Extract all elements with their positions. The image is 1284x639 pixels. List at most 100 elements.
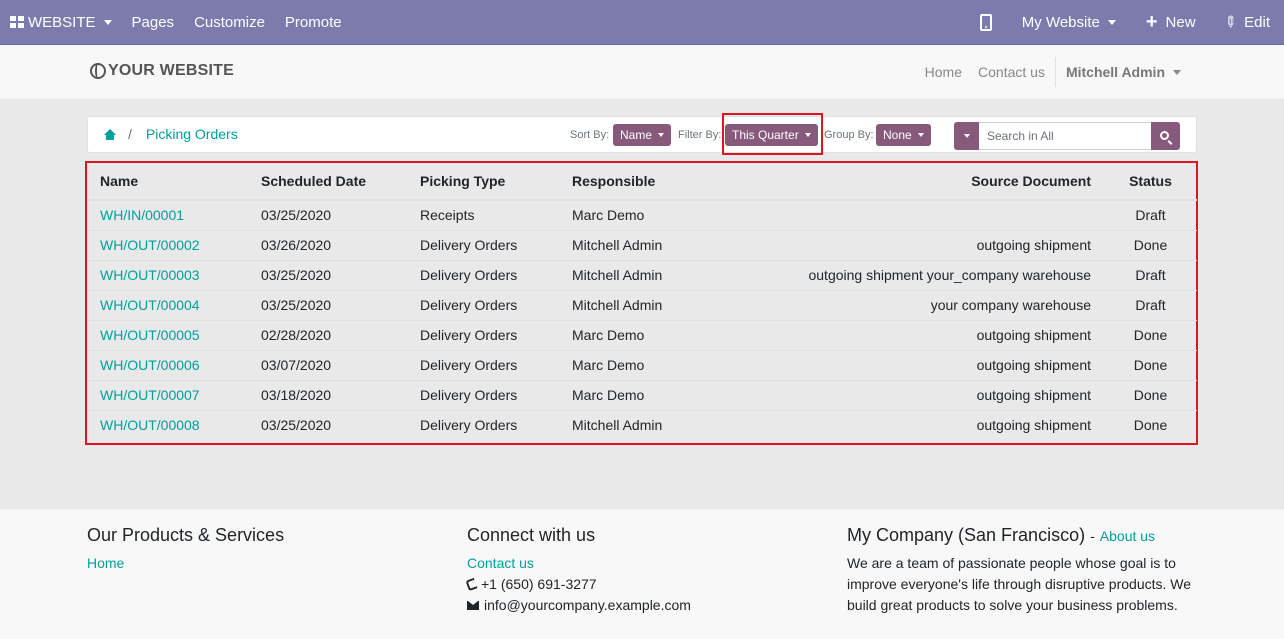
table-row[interactable]: WH/OUT/00002 03/26/2020 Delivery Orders … (87, 229, 1197, 260)
footer-about-separator: - (1090, 528, 1095, 544)
topbar-right: My Website + New ✎ Edit (970, 0, 1284, 45)
responsible-cell: Marc Demo (572, 207, 645, 224)
picking-type-cell: Delivery Orders (407, 379, 559, 410)
source-document-cell: outgoing shipment (739, 379, 1104, 410)
website-selector[interactable]: My Website (1010, 0, 1132, 45)
table-header-row: Name Scheduled Date Picking Type Respons… (87, 162, 1197, 201)
footer-home-link[interactable]: Home (87, 553, 124, 574)
picking-type-cell: Receipts (420, 207, 475, 224)
picking-type-cell: Delivery Orders (407, 229, 559, 260)
responsible-cell: Mitchell Admin (559, 409, 739, 440)
status-cell: Draft (1104, 289, 1197, 320)
plus-icon: + (1145, 11, 1158, 33)
nav-home-link[interactable]: Home (917, 64, 970, 80)
order-name-link[interactable]: WH/OUT/00008 (100, 417, 200, 433)
source-document-cell: outgoing shipment your_company warehouse (739, 259, 1104, 290)
order-name-link[interactable]: WH/OUT/00002 (100, 237, 200, 253)
chevron-down-icon (917, 133, 924, 137)
picking-type-cell: Delivery Orders (407, 259, 559, 290)
table-row[interactable]: WH/OUT/00008 03/25/2020 Delivery Orders … (87, 409, 1197, 440)
picking-orders-table: Name Scheduled Date Picking Type Respons… (87, 162, 1197, 440)
responsible-cell: Mitchell Admin (559, 229, 739, 260)
pages-menu[interactable]: Pages (122, 0, 185, 45)
order-name-link[interactable]: WH/OUT/00004 (100, 297, 200, 313)
sort-by-value: Name (620, 128, 653, 142)
status-cell: Done (1104, 319, 1197, 350)
chevron-down-icon (103, 19, 112, 25)
customize-menu[interactable]: Customize (184, 0, 275, 45)
filter-by-dropdown[interactable]: This Quarter (725, 124, 818, 146)
footer-email: info@yourcompany.example.com (484, 597, 691, 613)
responsible-cell: Mitchell Admin (559, 289, 739, 320)
search-input[interactable] (979, 122, 1151, 150)
site-footer: Our Products & Services Home Connect wit… (0, 508, 1284, 639)
responsible-cell: Mitchell Admin (559, 259, 739, 290)
footer-company-text: We are a team of passionate people whose… (847, 555, 1192, 613)
footer-company-column: My Company (San Francisco) - About us We… (847, 525, 1197, 616)
status-cell: Done (1104, 379, 1197, 410)
table-row[interactable]: WH/OUT/00005 02/28/2020 Delivery Orders … (87, 319, 1197, 350)
breadcrumb-picking-orders[interactable]: Picking Orders (146, 126, 238, 142)
source-document-cell: outgoing shipment (739, 409, 1104, 440)
order-name-link[interactable]: WH/OUT/00006 (100, 357, 200, 373)
table-row[interactable]: WH/OUT/00006 03/07/2020 Delivery Orders … (87, 349, 1197, 380)
table-row[interactable]: WH/OUT/00004 03/25/2020 Delivery Orders … (87, 289, 1197, 320)
logo-text: YOUR WEBSITE (108, 62, 234, 79)
group-by-label: Group By: (824, 129, 874, 141)
user-name: Mitchell Admin (1065, 64, 1165, 80)
source-document-cell: outgoing shipment (739, 349, 1104, 380)
new-button[interactable]: + New (1132, 0, 1212, 45)
mobile-icon (979, 13, 992, 31)
table-row[interactable]: WH/OUT/00003 03/25/2020 Delivery Orders … (87, 259, 1197, 290)
home-icon[interactable] (104, 128, 116, 140)
nav-contact-link[interactable]: Contact us (970, 64, 1053, 80)
footer-products-column: Our Products & Services Home (87, 525, 284, 574)
order-name-link[interactable]: WH/OUT/00007 (100, 387, 200, 403)
mobile-preview-button[interactable] (970, 0, 1010, 45)
filter-by-label: Filter By: (678, 129, 722, 141)
group-by-dropdown[interactable]: None (876, 124, 931, 146)
sort-by-dropdown[interactable]: Name (613, 124, 672, 146)
search-group (954, 122, 1180, 150)
order-name-link[interactable]: WH/OUT/00003 (100, 267, 200, 283)
filter-by-value: This Quarter (732, 128, 799, 142)
status-cell: Draft (1104, 259, 1197, 290)
header-scheduled-date: Scheduled Date (248, 162, 407, 201)
source-document-cell: your company warehouse (739, 289, 1104, 320)
responsible-cell: Marc Demo (559, 349, 739, 380)
nav-divider (1054, 57, 1056, 87)
source-document-cell: outgoing shipment (739, 229, 1104, 260)
footer-contact-link[interactable]: Contact us (467, 553, 534, 574)
footer-company-heading: My Company (San Francisco) - About us (847, 525, 1197, 547)
header-picking-type: Picking Type (407, 162, 559, 201)
scheduled-date-cell: 02/28/2020 (248, 319, 407, 350)
footer-connect-column: Connect with us Contact us +1 (650) 691-… (465, 525, 691, 616)
envelope-icon (467, 601, 479, 610)
picking-type-cell: Delivery Orders (407, 409, 559, 440)
site-logo[interactable]: YOUR WEBSITE (90, 62, 234, 80)
responsible-cell: Marc Demo (559, 379, 739, 410)
table-row[interactable]: WH/IN/00001 03/25/2020 Receipts Marc Dem… (87, 200, 1197, 230)
promote-menu[interactable]: Promote (275, 0, 352, 45)
table-row[interactable]: WH/OUT/00007 03/18/2020 Delivery Orders … (87, 379, 1197, 410)
chevron-down-icon (658, 133, 665, 137)
website-menu-button[interactable]: WEBSITE (0, 0, 122, 45)
search-options-dropdown[interactable] (954, 122, 979, 150)
edit-button[interactable]: ✎ Edit (1212, 0, 1284, 45)
footer-about-link[interactable]: About us (1100, 528, 1155, 544)
footer-products-title: Our Products & Services (87, 525, 285, 545)
user-menu[interactable]: Mitchell Admin (1058, 64, 1189, 80)
picking-type-cell: Delivery Orders (407, 349, 559, 380)
chevron-down-icon (804, 133, 811, 137)
scheduled-date-cell: 03/26/2020 (248, 229, 407, 260)
chevron-down-icon (1107, 19, 1116, 25)
header-name: Name (87, 162, 248, 201)
picking-type-cell: Delivery Orders (407, 319, 559, 350)
order-name-link[interactable]: WH/IN/00001 (100, 207, 184, 223)
order-name-link[interactable]: WH/OUT/00005 (100, 327, 200, 343)
header-source-document: Source Document (739, 162, 1104, 201)
website-selector-label: My Website (1021, 13, 1100, 31)
site-header: YOUR WEBSITE Home Contact us Mitchell Ad… (0, 45, 1284, 100)
group-by-value: None (883, 128, 912, 142)
search-button[interactable] (1151, 122, 1180, 150)
